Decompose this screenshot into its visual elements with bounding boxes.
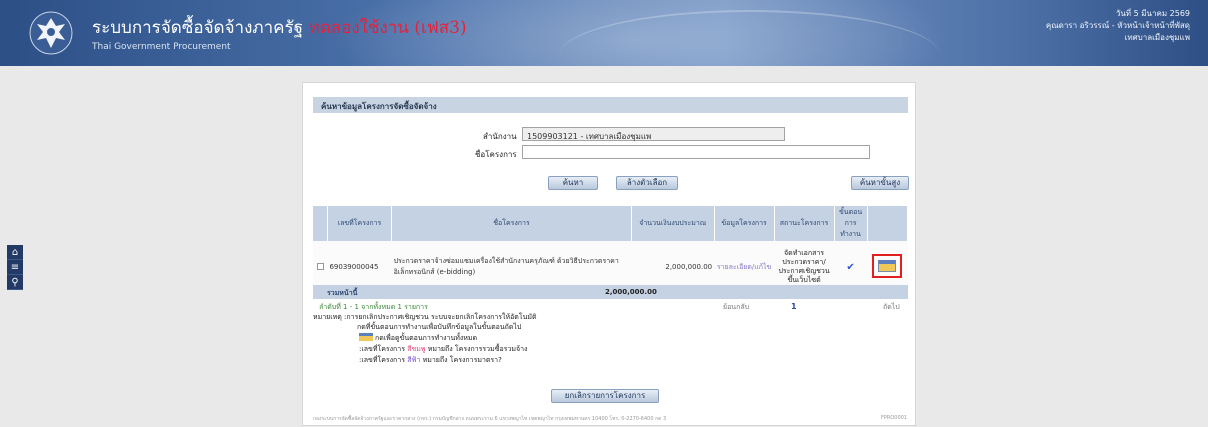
app-title: ระบบการจัดซื้อจัดจ้างภาครัฐ ทดลองใช้งาน …	[92, 14, 467, 41]
note-blue-legend: :เลขที่โครงการ สีฟ้า หมายถึง โครงการมาตร…	[359, 355, 502, 366]
note-pink-legend: :เลขที่โครงการ สีชมพู หมายถึง โครงการรวม…	[359, 344, 527, 355]
project-name-label: ชื่อโครงการ	[475, 150, 517, 159]
search-button[interactable]: ค้นหา	[548, 176, 598, 190]
header-banner: ระบบการจัดซื้อจัดจ้างภาครัฐ ทดลองใช้งาน …	[0, 0, 1208, 66]
search-icon[interactable]: ⚲	[7, 275, 23, 290]
current-date: วันที่ 5 มีนาคม 2569	[1115, 9, 1190, 18]
project-table: เลขที่โครงการ ชื่อโครงการ จำนวนเงินงบประ…	[313, 206, 909, 295]
footer-code: FPRO0001	[881, 415, 908, 421]
advanced-search-button[interactable]: ค้นหาขั้นสูง	[851, 176, 909, 190]
current-page[interactable]: 1	[791, 302, 797, 311]
header-budget: จำนวนเงินงบประมาณ	[631, 206, 715, 241]
header-checkbox-col	[313, 206, 328, 241]
total-value: 2,000,000.00	[605, 288, 657, 296]
test-mode-label: ทดลองใช้งาน (เฟส3)	[308, 18, 467, 38]
search-panel: ค้นหาข้อมูลโครงการจัดซื้อจัดจ้าง สำนักงา…	[302, 82, 916, 426]
header-status: สถานะโครงการ	[774, 206, 835, 241]
panel-heading: ค้นหาข้อมูลโครงการจัดซื้อจัดจ้าง	[313, 97, 908, 113]
header-project-name: ชื่อโครงการ	[391, 206, 632, 241]
agency-label: สำนักงาน	[483, 132, 517, 141]
workflow-steps-button[interactable]	[872, 254, 903, 279]
agency-field[interactable]: 1509903121 - เทศบาลเมืองชุมแพ	[522, 127, 785, 141]
garuda-emblem-icon	[29, 11, 73, 55]
document-icon	[359, 333, 373, 341]
row-checkbox[interactable]	[316, 262, 324, 270]
clear-button[interactable]: ล้างตัวเลือก	[616, 176, 678, 190]
user-org: เทศบาลเมืองชุมแพ	[1124, 33, 1190, 42]
side-toolbar: ⌂ ≡ ⚲	[7, 245, 23, 290]
home-icon[interactable]: ⌂	[7, 245, 23, 260]
total-label: รวมหน้านี้	[327, 289, 358, 297]
note-blue-prefix: :เลขที่โครงการ	[359, 356, 405, 364]
app-title-text: ระบบการจัดซื้อจัดจ้างภาครัฐ	[92, 18, 304, 38]
note-pink-prefix: :เลขที่โครงการ	[359, 345, 405, 353]
table-header-row: เลขที่โครงการ ชื่อโครงการ จำนวนเงินงบประ…	[313, 206, 909, 241]
prev-page-link[interactable]: ย้อนกลับ	[723, 302, 749, 313]
next-page-link[interactable]: ถัดไป	[883, 302, 900, 313]
note-blue-color: สีฟ้า	[407, 356, 421, 364]
note-blue-suffix: หมายถึง โครงการมาตรา?	[422, 356, 502, 364]
note-step: กดที่ขั้นตอนการทำงานเพื่อบันทึกข้อมูลในข…	[357, 323, 522, 331]
header-info: ข้อมูลโครงการ	[714, 206, 775, 241]
note-pink-color: สีชมพู	[407, 345, 426, 353]
app-subtitle: Thai Government Procurement	[92, 42, 231, 52]
footer-text: กองระบบการจัดซื้อจัดจ้างภาครัฐและราคากลา…	[313, 416, 667, 422]
header-project-no: เลขที่โครงการ	[327, 206, 393, 241]
document-icon	[878, 260, 897, 273]
total-row: รวมหน้านี้ 2,000,000.00	[313, 285, 908, 299]
header-step: ขั้นตอนการทำงาน	[834, 206, 868, 241]
note-view-steps: กดเพื่อดูขั้นตอนการทำงานทั้งหมด	[375, 334, 478, 342]
project-name-input[interactable]	[522, 145, 870, 159]
menu-icon[interactable]: ≡	[7, 260, 23, 275]
note-pink-suffix: หมายถึง โครงการรวมซื้อรวมจ้าง	[427, 345, 528, 353]
user-info: วันที่ 5 มีนาคม 2569 คุณดารา อริวรรณ์ - …	[1046, 8, 1190, 44]
user-name: คุณดารา อริวรรณ์ - หัวหน้าเจ้าหน้าที่พัส…	[1045, 21, 1190, 30]
cancel-projects-button[interactable]: ยกเลิกรายการโครงการ	[551, 389, 659, 403]
header-extra	[867, 206, 909, 241]
